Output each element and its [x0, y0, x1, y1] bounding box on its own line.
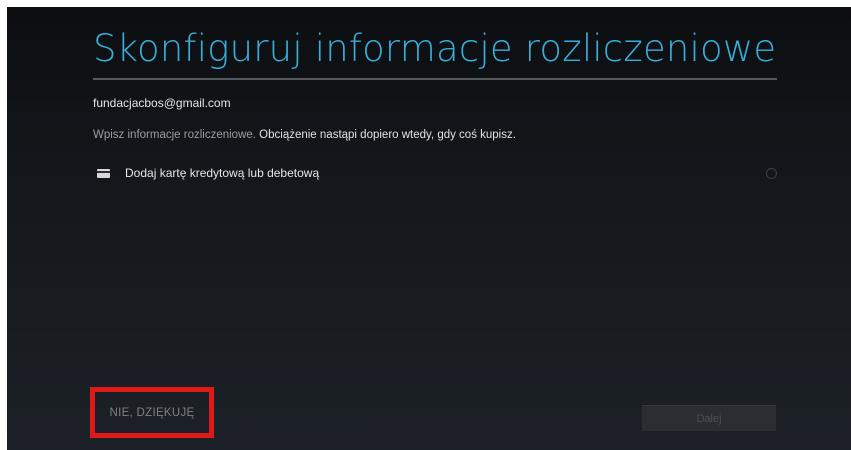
- page-title: Skonfiguruj informacje rozliczeniowe: [93, 27, 777, 70]
- payment-option-add-card[interactable]: Dodaj kartę kredytową lub debetową: [93, 163, 777, 187]
- billing-info-charge-note: Obciążenie nastąpi dopiero wtedy, gdy co…: [259, 129, 516, 141]
- next-button[interactable]: Dalej: [642, 405, 776, 431]
- no-thanks-button[interactable]: NIE, DZIĘKUJĘ: [90, 387, 214, 438]
- billing-setup-screen: Skonfiguruj informacje rozliczeniowe fun…: [7, 7, 851, 450]
- account-email: fundacjacbos@gmail.com: [93, 96, 231, 110]
- title-divider: [93, 78, 777, 80]
- billing-info-text: Wpisz informacje rozliczeniowe. Obciążen…: [93, 129, 516, 141]
- billing-info-hint: Wpisz informacje rozliczeniowe.: [93, 129, 256, 141]
- payment-option-label: Dodaj kartę kredytową lub debetową: [125, 166, 320, 180]
- payment-option-radio[interactable]: [766, 168, 777, 179]
- credit-card-icon: [97, 169, 110, 178]
